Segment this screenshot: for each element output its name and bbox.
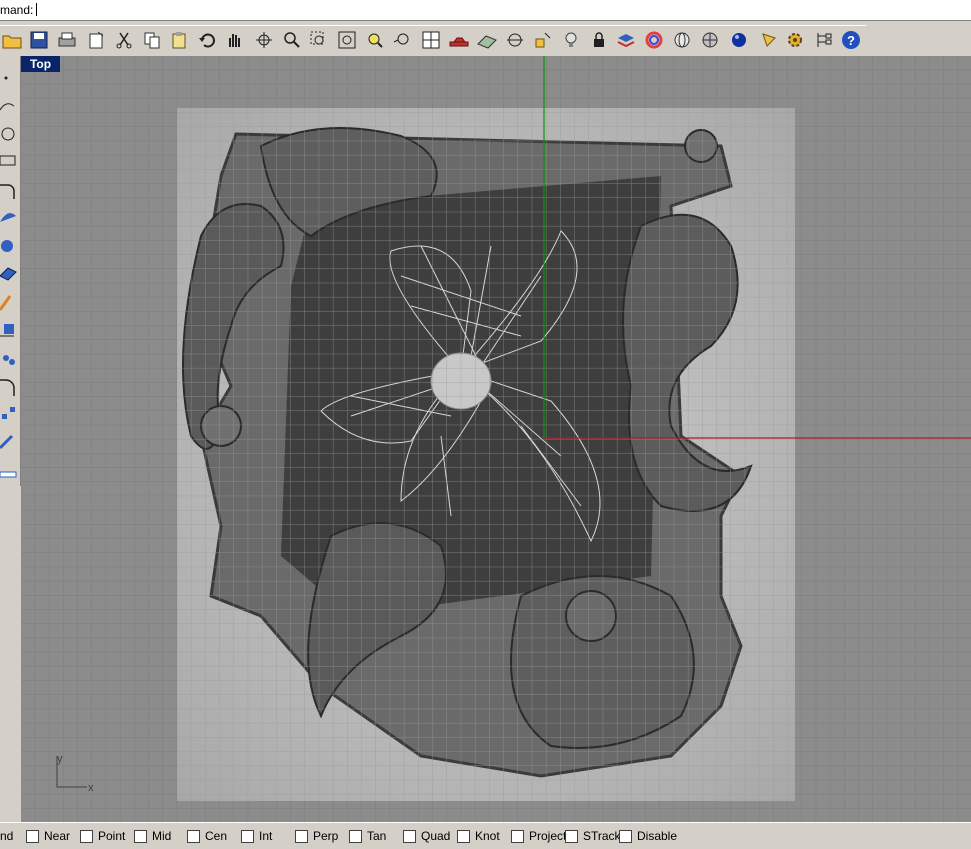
tree-icon[interactable] bbox=[812, 28, 836, 52]
snap-point[interactable]: Point bbox=[80, 828, 125, 844]
car-icon[interactable] bbox=[447, 28, 471, 52]
solid-icon[interactable] bbox=[0, 234, 18, 256]
globe-icon[interactable] bbox=[670, 28, 694, 52]
save-icon[interactable] bbox=[27, 28, 51, 52]
mesh-icon[interactable] bbox=[0, 262, 18, 284]
mesh-sphere-icon[interactable] bbox=[698, 28, 722, 52]
svg-text:?: ? bbox=[847, 33, 855, 48]
command-prompt: mand: bbox=[0, 3, 34, 17]
measure-icon[interactable] bbox=[0, 432, 18, 454]
viewport-canvas[interactable]: y x bbox=[21, 56, 971, 822]
snap-strack[interactable]: STrack bbox=[565, 828, 621, 844]
help-icon[interactable]: ? bbox=[839, 28, 863, 52]
snap-tan-checkbox[interactable] bbox=[349, 829, 362, 843]
layer-icon[interactable] bbox=[614, 28, 638, 52]
render-sphere-icon[interactable] bbox=[727, 28, 751, 52]
snap-cen[interactable]: Cen bbox=[187, 828, 227, 844]
spotlight-icon[interactable] bbox=[757, 28, 781, 52]
snap-perp-checkbox[interactable] bbox=[295, 829, 308, 843]
snap-strack-checkbox[interactable] bbox=[565, 829, 578, 843]
snap-tan[interactable]: Tan bbox=[349, 828, 386, 844]
snap-knot-checkbox[interactable] bbox=[457, 829, 470, 843]
edit-icon[interactable] bbox=[0, 292, 18, 314]
paste-icon[interactable] bbox=[167, 28, 191, 52]
osnap-bar: nd Near Point Mid Cen Int Perp Tan Quad … bbox=[0, 822, 971, 849]
main-toolbar: ? bbox=[0, 25, 866, 57]
snap-quad[interactable]: Quad bbox=[403, 828, 450, 844]
properties-icon[interactable] bbox=[84, 28, 108, 52]
lock-icon[interactable] bbox=[587, 28, 611, 52]
snap-near[interactable]: Near bbox=[26, 828, 70, 844]
command-caret[interactable] bbox=[36, 3, 37, 16]
surface-icon[interactable] bbox=[0, 206, 18, 228]
grid-overlay bbox=[177, 108, 795, 801]
snap-end[interactable]: nd bbox=[0, 828, 13, 844]
arc-icon[interactable] bbox=[0, 179, 18, 201]
zoom-icon[interactable] bbox=[280, 28, 304, 52]
dimension-icon[interactable] bbox=[0, 318, 18, 340]
color-wheel-icon[interactable] bbox=[642, 28, 666, 52]
rectangle-icon[interactable] bbox=[0, 150, 18, 172]
snap-quad-checkbox[interactable] bbox=[403, 829, 416, 843]
snap-mid-checkbox[interactable] bbox=[134, 829, 147, 843]
axis-label-y: y bbox=[57, 753, 63, 765]
print-icon[interactable] bbox=[55, 28, 79, 52]
snap-near-checkbox[interactable] bbox=[26, 829, 39, 843]
open-icon[interactable] bbox=[0, 28, 24, 52]
cut-icon[interactable] bbox=[112, 28, 136, 52]
pan-icon[interactable] bbox=[222, 28, 246, 52]
undo-icon[interactable] bbox=[195, 28, 219, 52]
ruler-icon[interactable] bbox=[0, 462, 18, 484]
circle-icon[interactable] bbox=[0, 122, 18, 144]
snap-knot[interactable]: Knot bbox=[457, 828, 500, 844]
snap-point-checkbox[interactable] bbox=[80, 829, 93, 843]
zoom-selected-icon[interactable] bbox=[363, 28, 387, 52]
transform-icon[interactable] bbox=[0, 348, 18, 370]
gear-icon[interactable] bbox=[783, 28, 807, 52]
array-icon[interactable] bbox=[0, 402, 18, 424]
snap-disable-checkbox[interactable] bbox=[619, 829, 632, 843]
undo-view-icon[interactable] bbox=[390, 28, 414, 52]
snap-project-checkbox[interactable] bbox=[511, 829, 524, 843]
grid-icon[interactable] bbox=[475, 28, 499, 52]
curve-icon[interactable] bbox=[0, 96, 18, 118]
zoom-window-icon[interactable] bbox=[307, 28, 331, 52]
snap-cen-checkbox[interactable] bbox=[187, 829, 200, 843]
snap-project[interactable]: Project bbox=[511, 828, 566, 844]
viewport-title-tab[interactable]: Top bbox=[21, 56, 60, 72]
snap-int[interactable]: Int bbox=[241, 828, 272, 844]
copy-icon[interactable] bbox=[140, 28, 164, 52]
point-icon[interactable] bbox=[0, 66, 18, 88]
snap-perp[interactable]: Perp bbox=[295, 828, 338, 844]
left-tool-palette bbox=[0, 56, 21, 486]
snap-disable[interactable]: Disable bbox=[619, 828, 677, 844]
command-bar[interactable]: mand: bbox=[0, 0, 971, 21]
axis-label-x: x bbox=[88, 782, 94, 794]
bulb-icon[interactable] bbox=[559, 28, 583, 52]
viewports-icon[interactable] bbox=[419, 28, 443, 52]
zoom-extents-icon[interactable] bbox=[335, 28, 359, 52]
snap-mid[interactable]: Mid bbox=[134, 828, 171, 844]
lights-icon[interactable] bbox=[531, 28, 555, 52]
rotate-view-icon[interactable] bbox=[252, 28, 276, 52]
osnap-icon[interactable] bbox=[503, 28, 527, 52]
top-viewport[interactable]: y x Top bbox=[21, 56, 971, 822]
fillet-icon[interactable] bbox=[0, 376, 18, 398]
snap-int-checkbox[interactable] bbox=[241, 829, 254, 843]
